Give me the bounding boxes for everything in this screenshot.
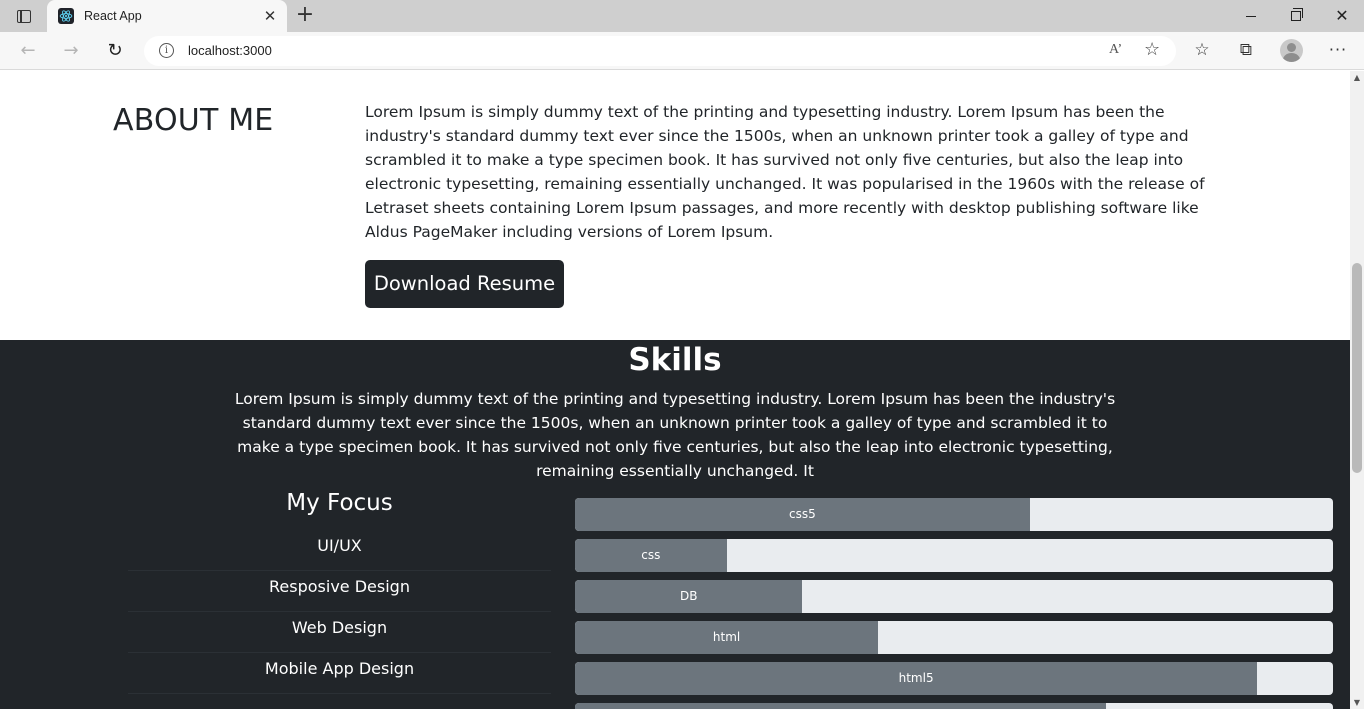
focus-list: UI/UX Resposive Design Web Design Mobile… xyxy=(128,530,551,694)
skill-bar-css5: css5 xyxy=(575,498,1333,531)
react-favicon-icon xyxy=(58,8,74,24)
skill-bar-fill: html5 xyxy=(575,662,1258,695)
skill-bar-css: css xyxy=(575,539,1333,572)
skill-bar-html: html xyxy=(575,621,1333,654)
focus-item-ui-ux: UI/UX xyxy=(128,530,551,571)
more-menu-icon[interactable]: ··· xyxy=(1326,40,1350,62)
skill-bar-fill: html xyxy=(575,621,879,654)
skills-text: Lorem Ipsum is simply dummy text of the … xyxy=(234,390,1116,480)
url-text[interactable]: localhost:3000 xyxy=(188,43,272,58)
about-text: Lorem Ipsum is simply dummy text of the … xyxy=(365,103,1205,241)
skill-bar-fill: css xyxy=(575,539,727,572)
address-bar[interactable]: i localhost:3000 A’ ☆ xyxy=(144,36,1176,66)
skill-bar-fill xyxy=(575,703,1106,709)
scroll-up-arrow-icon[interactable]: ▲ xyxy=(1350,73,1364,82)
page-viewport: ABOUT ME Lorem Ipsum is simply dummy tex… xyxy=(0,71,1350,709)
reload-icon[interactable]: ↻ xyxy=(101,38,129,64)
focus-title: My Focus xyxy=(286,490,393,516)
skill-bar-fill: DB xyxy=(575,580,803,613)
skills-section: Skills Lorem Ipsum is simply dummy text … xyxy=(0,340,1350,709)
focus-item-web-design: Web Design xyxy=(128,612,551,653)
new-tab-icon[interactable]: + xyxy=(292,4,318,28)
favorites-icon[interactable]: ☆ xyxy=(1190,40,1214,62)
back-arrow-icon[interactable]: ← xyxy=(14,38,42,64)
focus-item-responsive-design: Resposive Design xyxy=(128,571,551,612)
download-resume-button[interactable]: Download Resume xyxy=(365,260,564,308)
focus-item-mobile-app-design: Mobile App Design xyxy=(128,653,551,694)
minimize-icon[interactable] xyxy=(1228,0,1274,32)
tab-close-icon[interactable]: ✕ xyxy=(262,8,278,24)
site-info-icon[interactable]: i xyxy=(159,43,174,58)
window-close-icon[interactable]: ✕ xyxy=(1319,0,1364,32)
forward-arrow-icon[interactable]: → xyxy=(57,38,85,64)
add-favorite-icon[interactable]: ☆ xyxy=(1144,39,1160,60)
browser-tab[interactable]: React App ✕ xyxy=(47,0,287,32)
tab-actions-icon[interactable] xyxy=(12,7,36,25)
scroll-down-arrow-icon[interactable]: ▼ xyxy=(1350,698,1364,707)
collections-icon[interactable]: ⧉ xyxy=(1234,40,1258,62)
browser-toolbar: ← → ↻ i localhost:3000 A’ ☆ ☆ ⧉ ··· xyxy=(0,32,1364,70)
profile-avatar-icon[interactable] xyxy=(1280,39,1303,62)
skill-bar-fill: css5 xyxy=(575,498,1030,531)
tab-title: React App xyxy=(84,9,142,23)
skills-title: Skills xyxy=(628,342,722,378)
browser-titlebar: React App ✕ + ✕ xyxy=(0,0,1364,32)
skill-bar-html5: html5 xyxy=(575,662,1333,695)
skill-bar-db: DB xyxy=(575,580,1333,613)
skill-bar-partial xyxy=(575,703,1333,709)
skill-bars: css5 css DB html html5 xyxy=(575,498,1333,709)
page-scrollbar[interactable]: ▲ ▼ xyxy=(1350,71,1364,709)
restore-icon[interactable] xyxy=(1273,0,1319,32)
about-heading: ABOUT ME xyxy=(113,103,274,138)
read-aloud-icon[interactable]: A’ xyxy=(1109,42,1122,58)
scroll-thumb[interactable] xyxy=(1352,263,1362,473)
